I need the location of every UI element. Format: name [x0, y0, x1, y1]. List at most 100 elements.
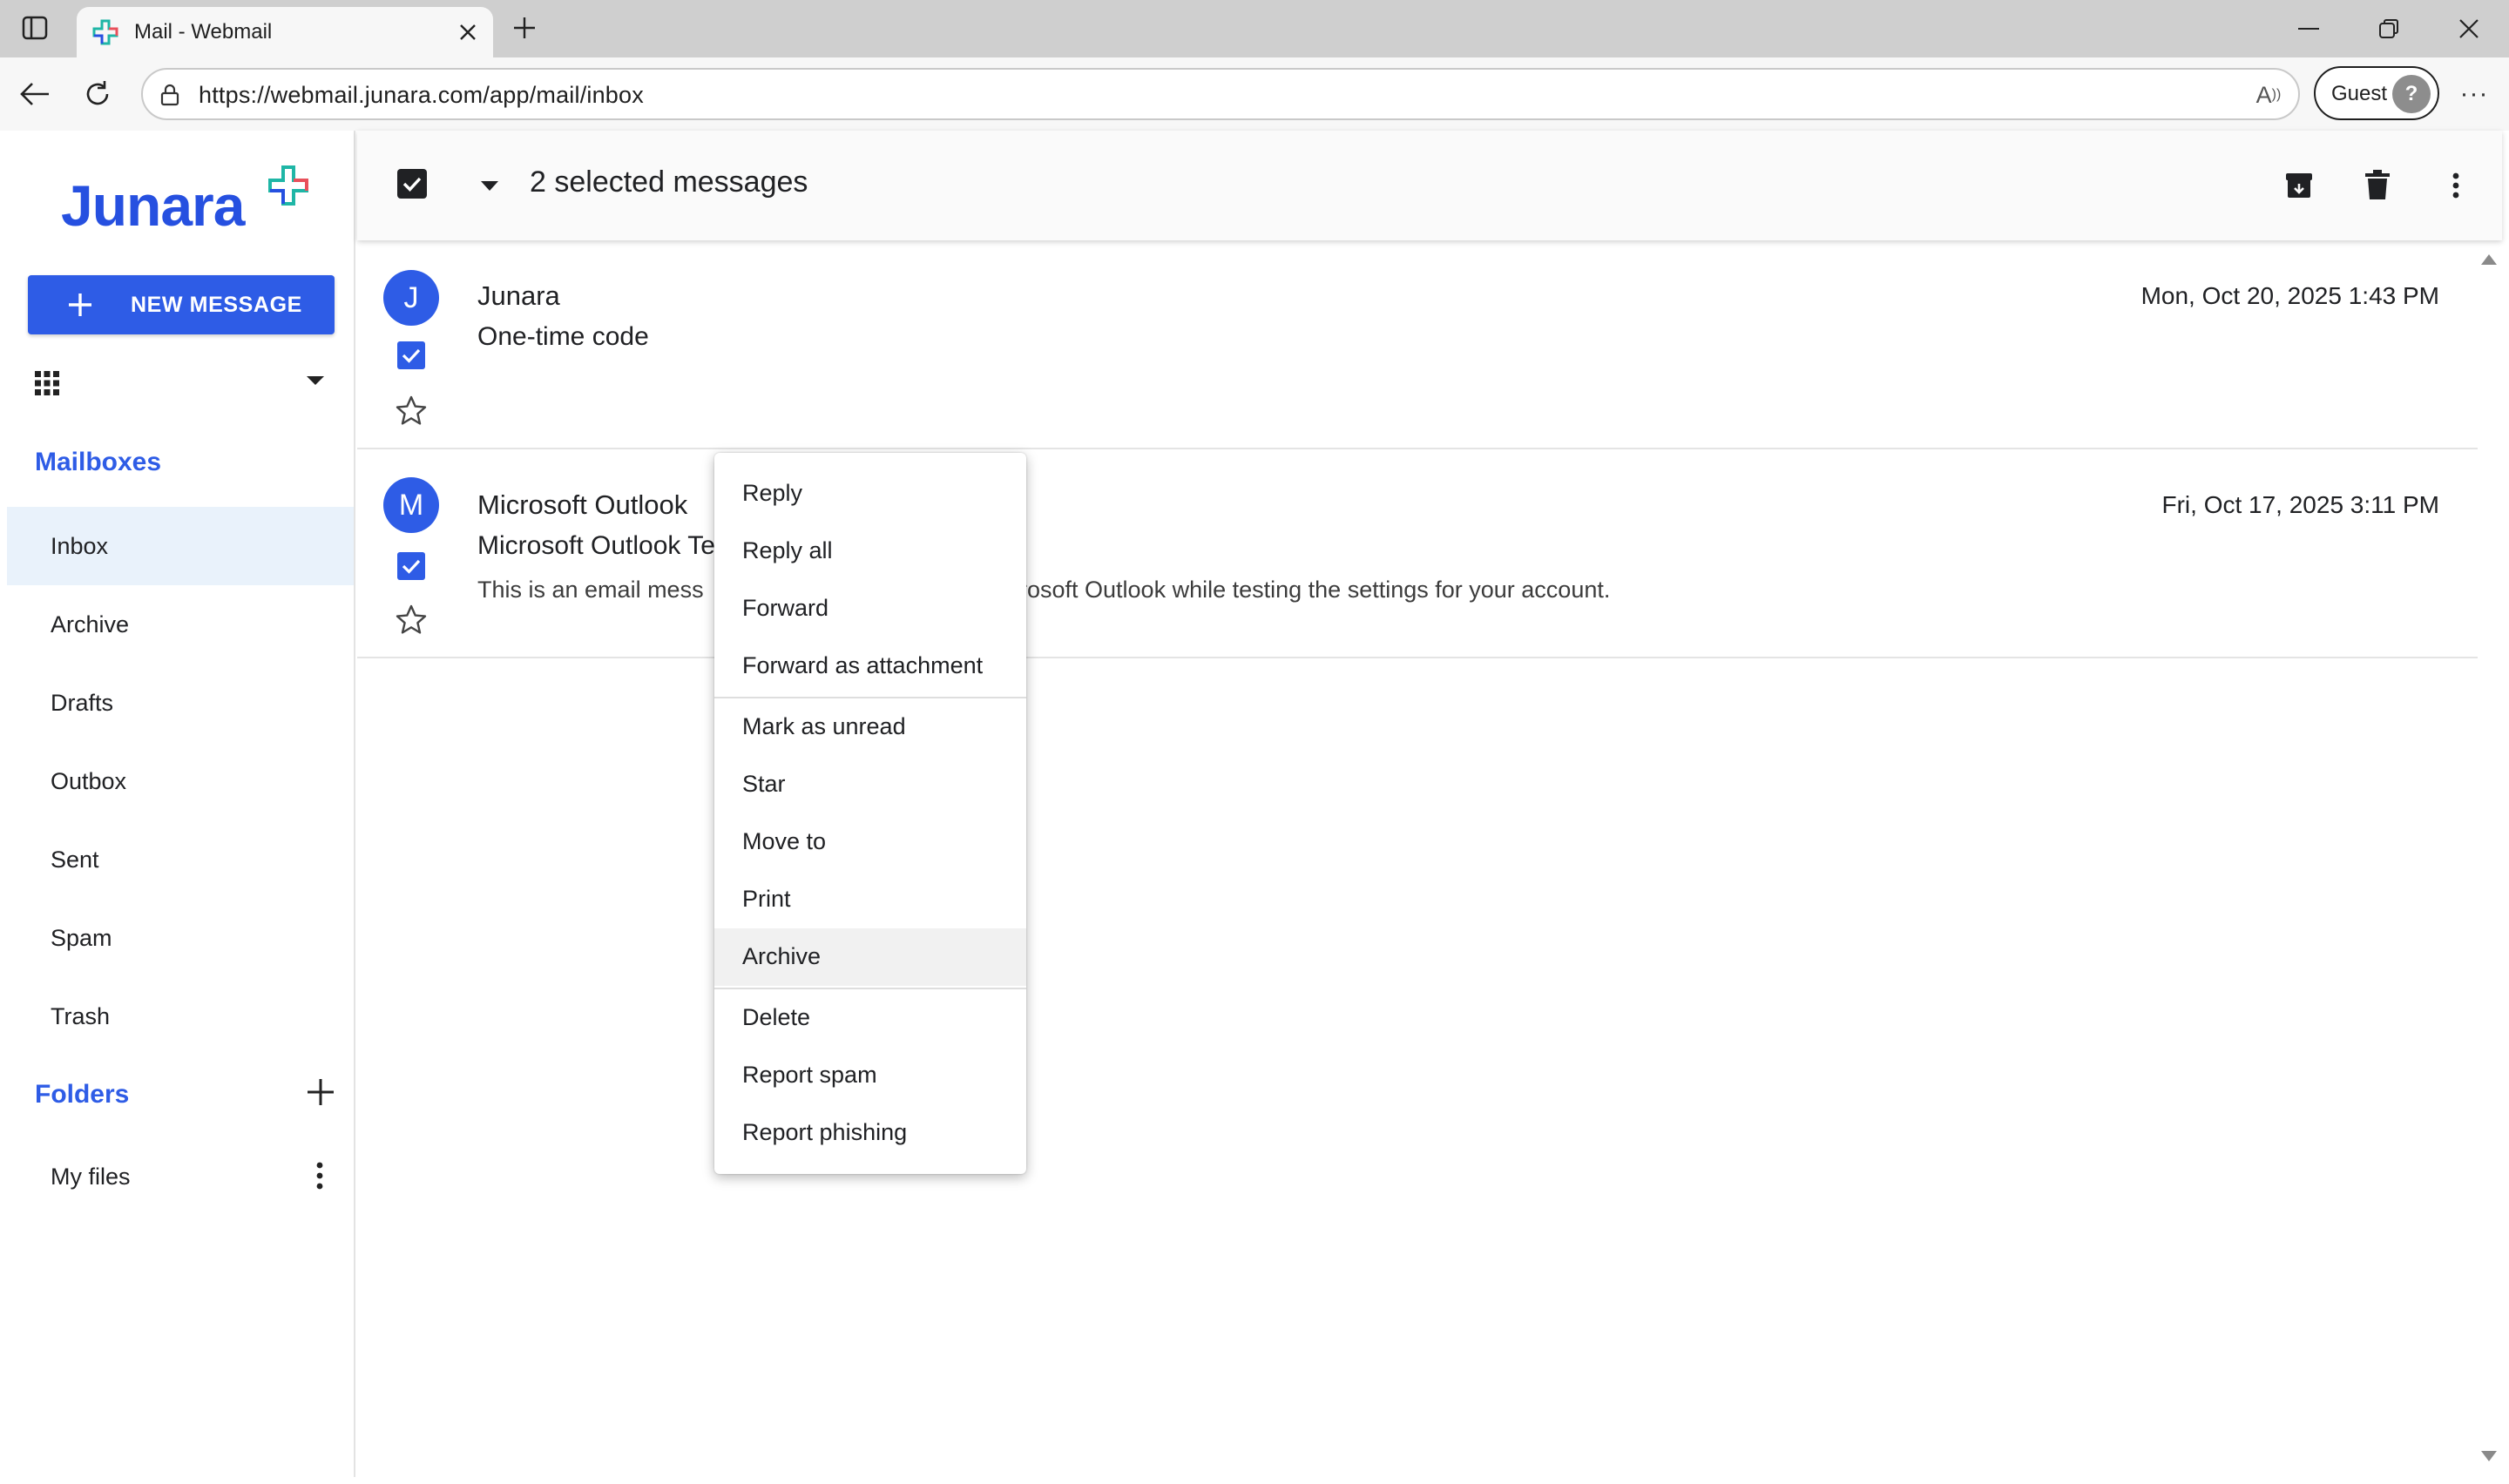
- plus-icon: [69, 293, 91, 316]
- menu-item-label: Forward: [742, 595, 829, 621]
- star-icon[interactable]: [394, 394, 429, 428]
- message-subject: One-time code: [477, 322, 649, 351]
- mailbox-outbox[interactable]: Outbox: [7, 742, 354, 820]
- message-date: Fri, Oct 17, 2025 3:11 PM: [2161, 491, 2439, 518]
- menu-item-label: Forward as attachment: [742, 652, 984, 678]
- folder-options-icon[interactable]: [307, 1158, 333, 1193]
- selection-dropdown-icon[interactable]: [481, 181, 498, 191]
- select-all-checkbox[interactable]: [397, 169, 427, 199]
- menu-item-forward-as-attachment[interactable]: Forward as attachment: [714, 637, 1026, 695]
- message-row[interactable]: M Microsoft Outlook Microsoft Outlook Te…: [357, 449, 2478, 658]
- mailbox-label: Trash: [51, 1002, 111, 1029]
- tab-title: Mail - Webmail: [134, 20, 273, 44]
- menu-item-delete[interactable]: Delete: [714, 989, 1026, 1047]
- refresh-icon[interactable]: [75, 71, 120, 117]
- mailbox-label: Sent: [51, 846, 99, 873]
- menu-item-forward[interactable]: Forward: [714, 580, 1026, 637]
- junara-favicon-icon: [92, 19, 118, 45]
- menu-item-label: Mark as unread: [742, 713, 906, 739]
- guest-avatar-icon: ?: [2392, 75, 2431, 113]
- message-sender: Junara: [477, 280, 560, 311]
- message-row[interactable]: J Junara One-time code Mon, Oct 20, 2025…: [357, 240, 2478, 449]
- new-message-label: NEW MESSAGE: [131, 293, 302, 317]
- message-checkbox[interactable]: [397, 552, 425, 580]
- menu-item-reply[interactable]: Reply: [714, 465, 1026, 523]
- menu-item-move-to[interactable]: Move to: [714, 813, 1026, 871]
- sidebar: Junara NEW MESSAGE Mailboxes Inbox Archi…: [7, 131, 355, 1477]
- menu-item-star[interactable]: Star: [714, 756, 1026, 813]
- folder-label: My files: [51, 1163, 131, 1190]
- mailbox-label: Spam: [51, 924, 112, 951]
- scroll-up-icon[interactable]: [2481, 254, 2497, 265]
- menu-item-report-phishing[interactable]: Report phishing: [714, 1104, 1026, 1162]
- scroll-down-icon[interactable]: [2481, 1451, 2497, 1461]
- mailbox-spam[interactable]: Spam: [7, 899, 354, 977]
- lock-icon[interactable]: [155, 80, 185, 110]
- read-aloud-icon[interactable]: A)): [2251, 78, 2286, 111]
- checkmark-icon: [402, 559, 421, 574]
- add-folder-icon[interactable]: [303, 1075, 338, 1110]
- message-context-menu: Reply Reply all Forward Forward as attac…: [714, 453, 1026, 1174]
- profile-label: Guest: [2331, 82, 2388, 105]
- archive-icon[interactable]: [2277, 164, 2321, 207]
- mailbox-label: Inbox: [51, 532, 109, 559]
- menu-item-label: Archive: [742, 943, 822, 969]
- menu-item-label: Move to: [742, 828, 827, 854]
- star-icon[interactable]: [394, 603, 429, 637]
- mailbox-archive[interactable]: Archive: [7, 585, 354, 664]
- message-preview-tail: rosoft Outlook while testing the setting…: [1019, 577, 1611, 603]
- restore-icon[interactable]: [2363, 7, 2415, 51]
- menu-item-label: Report phishing: [742, 1119, 908, 1145]
- browser-tab-bar: Mail - Webmail: [0, 0, 2509, 57]
- menu-item-archive[interactable]: Archive: [714, 928, 1026, 986]
- checkmark-icon: [402, 348, 421, 363]
- menu-item-label: Delete: [742, 1004, 811, 1030]
- mailbox-trash[interactable]: Trash: [7, 977, 354, 1056]
- webmail-app: Junara NEW MESSAGE Mailboxes Inbox Archi…: [7, 131, 2502, 1477]
- junara-logo-icon: [268, 165, 308, 206]
- message-sender: Microsoft Outlook: [477, 489, 688, 520]
- chevron-down-icon[interactable]: [307, 376, 324, 385]
- browser-menu-icon[interactable]: ···: [2452, 71, 2497, 117]
- mailbox-drafts[interactable]: Drafts: [7, 664, 354, 742]
- new-tab-icon[interactable]: [505, 10, 544, 45]
- menu-item-label: Reply all: [742, 537, 833, 563]
- menu-item-print[interactable]: Print: [714, 871, 1026, 928]
- message-date: Mon, Oct 20, 2025 1:43 PM: [2140, 282, 2439, 309]
- delete-icon[interactable]: [2356, 164, 2399, 207]
- minimize-icon[interactable]: [2282, 7, 2335, 51]
- close-tab-icon[interactable]: [451, 16, 484, 49]
- folders-heading[interactable]: Folders: [35, 1080, 129, 1110]
- menu-item-mark-as-unread[interactable]: Mark as unread: [714, 698, 1026, 756]
- menu-item-label: Star: [742, 771, 786, 797]
- mailbox-sent[interactable]: Sent: [7, 820, 354, 899]
- profile-button[interactable]: Guest ?: [2314, 66, 2439, 120]
- url-text[interactable]: https://webmail.junara.com/app/mail/inbo…: [199, 82, 644, 109]
- folder-my-files[interactable]: My files: [7, 1137, 354, 1216]
- message-preview: This is an email mess: [477, 577, 704, 603]
- selection-count-text: 2 selected messages: [530, 165, 808, 199]
- menu-item-report-spam[interactable]: Report spam: [714, 1047, 1026, 1104]
- mailbox-label: Archive: [51, 610, 130, 637]
- more-actions-icon[interactable]: [2434, 164, 2478, 207]
- mailbox-label: Outbox: [51, 767, 127, 794]
- mailboxes-heading[interactable]: Mailboxes: [35, 448, 161, 477]
- new-message-button[interactable]: NEW MESSAGE: [28, 275, 335, 334]
- back-arrow-icon[interactable]: [12, 71, 57, 117]
- address-bar[interactable]: https://webmail.junara.com/app/mail/inbo…: [141, 68, 2300, 120]
- message-checkbox[interactable]: [397, 341, 425, 369]
- logo-text: Junara: [61, 173, 245, 238]
- message-list-pane: 2 selected messages J Junara One-time co…: [357, 131, 2502, 1477]
- mailbox-inbox[interactable]: Inbox: [7, 507, 354, 585]
- junara-logo[interactable]: Junara: [61, 165, 308, 240]
- apps-switcher[interactable]: [28, 357, 335, 409]
- apps-grid-icon[interactable]: [33, 369, 61, 397]
- menu-item-label: Reply: [742, 480, 803, 506]
- browser-tab-active[interactable]: Mail - Webmail: [77, 7, 493, 57]
- menu-item-label: Print: [742, 886, 791, 912]
- sender-avatar: M: [383, 477, 439, 533]
- menu-item-reply-all[interactable]: Reply all: [714, 523, 1026, 580]
- close-window-icon[interactable]: [2443, 7, 2495, 51]
- message-subject: Microsoft Outlook Te: [477, 531, 715, 560]
- tab-actions-icon[interactable]: [17, 12, 52, 44]
